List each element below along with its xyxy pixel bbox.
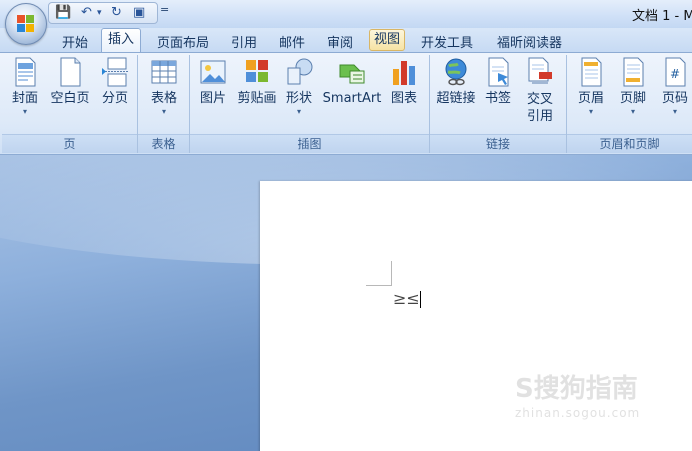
blank-page-icon bbox=[60, 57, 81, 87]
chevron-down-icon: ▾ bbox=[588, 107, 593, 116]
tab-foxit-reader[interactable]: 福昕阅读器 bbox=[497, 32, 562, 51]
cover-page-button[interactable]: 封面 ▾ bbox=[8, 57, 42, 117]
group-table-label: 表格 bbox=[138, 134, 189, 153]
group-illustrations-label: 插图 bbox=[190, 134, 429, 153]
page-break-icon bbox=[102, 57, 128, 87]
margin-corner-mark bbox=[391, 261, 392, 285]
page-number-icon: # bbox=[665, 57, 686, 87]
tab-page-layout[interactable]: 页面布局 bbox=[157, 32, 209, 51]
watermark-logo: S搜狗指南 bbox=[515, 374, 638, 404]
footer-button[interactable]: 页脚 ▾ bbox=[617, 57, 649, 117]
margin-corner-mark-h bbox=[366, 285, 392, 286]
group-header-footer-label: 页眉和页脚 bbox=[567, 134, 692, 153]
document-text-content: ≥≤ bbox=[393, 289, 420, 308]
chevron-down-icon: ▾ bbox=[672, 107, 677, 116]
tab-mailings[interactable]: 邮件 bbox=[279, 32, 305, 51]
customize-qat-button[interactable]: = bbox=[160, 3, 169, 16]
tab-references[interactable]: 引用 bbox=[231, 32, 257, 51]
ribbon: 封面 ▾ 空白页 分页 页 表格 ▾ 表格 图片 剪贴画 形状 ▾ SmartA… bbox=[0, 52, 692, 155]
watermark-url: zhinan.sogou.com bbox=[515, 406, 641, 420]
blank-page-button[interactable]: 空白页 bbox=[48, 57, 92, 107]
hyperlink-label: 超链接 bbox=[436, 91, 476, 106]
undo-icon[interactable]: ↶ bbox=[81, 3, 92, 23]
text-cursor bbox=[419, 291, 421, 308]
group-table: 表格 ▾ 表格 bbox=[138, 55, 190, 153]
office-logo-icon bbox=[17, 15, 34, 32]
bookmark-button[interactable]: 书签 bbox=[482, 57, 514, 107]
shapes-icon bbox=[287, 58, 313, 85]
footer-label: 页脚 bbox=[619, 91, 646, 106]
clip-art-icon bbox=[246, 60, 268, 82]
cover-page-icon bbox=[15, 57, 36, 87]
blank-page-label: 空白页 bbox=[50, 91, 90, 106]
table-icon bbox=[151, 60, 177, 84]
group-illustrations: 图片 剪贴画 形状 ▾ SmartArt 图表 插图 bbox=[190, 55, 430, 153]
ribbon-tabs: 开始 插入 页面布局 引用 邮件 审阅 视图 开发工具 福昕阅读器 bbox=[0, 28, 692, 52]
cross-reference-label: 交叉 引用 bbox=[522, 91, 558, 125]
group-page: 封面 ▾ 空白页 分页 页 bbox=[2, 55, 138, 153]
page-break-label: 分页 bbox=[101, 91, 128, 106]
footer-icon bbox=[623, 57, 644, 87]
group-page-label: 页 bbox=[2, 134, 137, 153]
picture-label: 图片 bbox=[199, 91, 226, 106]
tab-developer[interactable]: 开发工具 bbox=[421, 32, 473, 51]
cross-reference-icon bbox=[528, 57, 552, 84]
header-button[interactable]: 页眉 ▾ bbox=[575, 57, 607, 117]
cross-reference-button[interactable]: 交叉 引用 bbox=[522, 57, 558, 125]
page-number-label: 页码 bbox=[661, 91, 688, 106]
chart-button[interactable]: 图表 bbox=[388, 57, 420, 107]
picture-icon bbox=[200, 60, 226, 84]
document-text[interactable]: ≥≤ bbox=[393, 289, 421, 308]
tab-view[interactable]: 视图 bbox=[369, 29, 406, 51]
bookmark-icon bbox=[488, 57, 509, 87]
hyperlink-button[interactable]: 超链接 bbox=[434, 57, 478, 107]
redo-icon[interactable]: ↻ bbox=[111, 3, 122, 23]
chevron-down-icon: ▾ bbox=[161, 107, 166, 116]
smartart-icon bbox=[339, 64, 365, 84]
clip-art-label: 剪贴画 bbox=[237, 91, 277, 106]
svg-text:#: # bbox=[670, 67, 680, 81]
chart-icon bbox=[393, 61, 415, 85]
chart-label: 图表 bbox=[390, 91, 417, 106]
header-label: 页眉 bbox=[577, 91, 604, 106]
title-bar: 💾 ↶ ▾ ↻ ▣ = 文档 1 - M bbox=[0, 0, 692, 45]
tab-home[interactable]: 开始 bbox=[62, 32, 88, 51]
chevron-down-icon: ▾ bbox=[630, 107, 635, 116]
cover-page-label: 封面 bbox=[11, 91, 38, 106]
table-label: 表格 bbox=[150, 91, 177, 106]
smartart-label: SmartArt bbox=[322, 91, 382, 106]
clip-art-button[interactable]: 剪贴画 bbox=[236, 57, 278, 107]
window-title: 文档 1 - M bbox=[632, 9, 692, 24]
shapes-button[interactable]: 形状 ▾ bbox=[284, 57, 314, 117]
group-links-label: 链接 bbox=[430, 134, 566, 153]
group-links: 超链接 书签 交叉 引用 链接 bbox=[430, 55, 567, 153]
chevron-down-icon: ▾ bbox=[296, 107, 301, 116]
document-workspace: ≥≤ S搜狗指南 zhinan.sogou.com bbox=[0, 155, 692, 451]
chevron-down-icon: ▾ bbox=[22, 107, 27, 116]
print-preview-icon[interactable]: ▣ bbox=[133, 3, 145, 23]
cross-reference-label-line2: 引用 bbox=[526, 109, 553, 124]
quick-access-toolbar: 💾 ↶ ▾ ↻ ▣ bbox=[48, 2, 158, 24]
cross-reference-label-line1: 交叉 bbox=[526, 92, 553, 107]
tab-insert[interactable]: 插入 bbox=[101, 28, 142, 52]
save-icon[interactable]: 💾 bbox=[55, 3, 71, 23]
smartart-button[interactable]: SmartArt bbox=[322, 57, 382, 107]
office-button[interactable] bbox=[5, 3, 47, 45]
page-break-button[interactable]: 分页 bbox=[97, 57, 133, 107]
hyperlink-icon bbox=[445, 58, 467, 86]
picture-button[interactable]: 图片 bbox=[198, 57, 228, 107]
group-header-footer: 页眉 ▾ 页脚 ▾ # 页码 ▾ 页眉和页脚 bbox=[567, 55, 692, 153]
header-icon bbox=[581, 57, 602, 87]
tab-review[interactable]: 审阅 bbox=[327, 32, 353, 51]
page-number-button[interactable]: # 页码 ▾ bbox=[659, 57, 691, 117]
undo-dropdown-icon[interactable]: ▾ bbox=[97, 3, 102, 23]
table-button[interactable]: 表格 ▾ bbox=[146, 57, 182, 117]
document-page[interactable]: ≥≤ S搜狗指南 zhinan.sogou.com bbox=[260, 181, 692, 451]
shapes-label: 形状 bbox=[285, 91, 312, 106]
bookmark-label: 书签 bbox=[484, 91, 511, 106]
